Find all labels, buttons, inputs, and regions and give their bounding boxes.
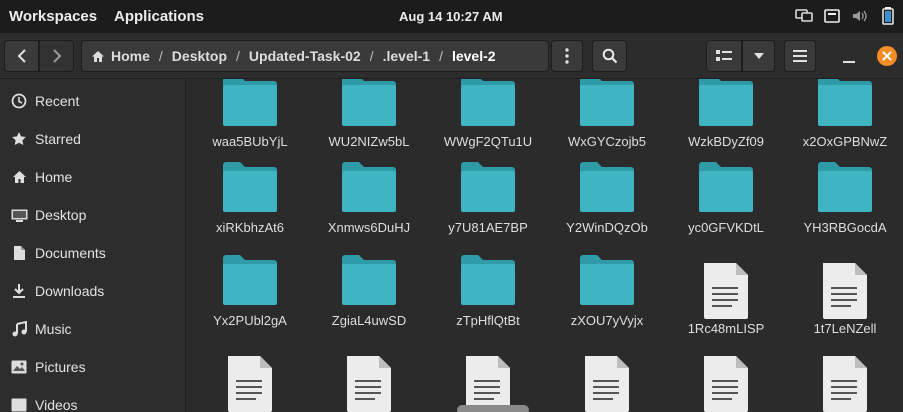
folder-item[interactable]: Xnmws6DuHJ (314, 86, 424, 235)
file-item[interactable]: 1Rc48mLISP (671, 179, 781, 336)
home-icon (10, 168, 28, 186)
text-file-icon (341, 354, 397, 412)
battery-icon[interactable] (879, 7, 897, 25)
more-options-button[interactable] (551, 40, 583, 72)
keyboard-icon[interactable] (823, 8, 841, 24)
sidebar-item-label: Pictures (35, 359, 86, 375)
sidebar-item-desktop[interactable]: Desktop (0, 196, 185, 234)
clock[interactable]: Aug 14 10:27 AM (399, 9, 503, 24)
desktop-icon (10, 206, 28, 224)
display-icon[interactable] (795, 8, 813, 24)
sidebar-item-music[interactable]: Music (0, 310, 185, 348)
file-item[interactable] (552, 272, 662, 412)
folder-item[interactable]: ZgiaL4uwSD (314, 179, 424, 328)
folder-item[interactable]: Y2WinDQzOb (552, 86, 662, 235)
applications-button[interactable]: Applications (114, 8, 204, 25)
scrollbar-handle[interactable] (457, 405, 529, 412)
text-file-icon (222, 354, 278, 412)
video-icon (10, 396, 28, 412)
file-item[interactable]: 1t7LeNZell (790, 179, 900, 336)
sidebar-item-label: Downloads (35, 283, 105, 299)
path-segment-desktop[interactable]: Desktop (163, 48, 236, 64)
clock-icon (10, 92, 28, 110)
folder-item[interactable]: YH3RBGocdA (790, 86, 900, 235)
folder-item[interactable]: yc0GFVKDtL (671, 86, 781, 235)
list-view-icon (716, 50, 732, 61)
download-icon (10, 282, 28, 300)
sidebar-item-label: Videos (35, 397, 78, 412)
minimize-icon (843, 61, 855, 63)
folder-item[interactable]: Yx2PUbl2gA (195, 179, 305, 328)
view-mode-button[interactable] (706, 40, 742, 72)
workspaces-button[interactable]: Workspaces (9, 8, 97, 25)
minimize-button[interactable] (838, 51, 860, 73)
file-item[interactable] (790, 272, 900, 412)
file-item[interactable] (195, 272, 305, 412)
chevron-down-icon (753, 53, 764, 59)
folder-item[interactable]: y7U81AE7BP (433, 86, 543, 235)
document-icon (10, 244, 28, 262)
system-tray (795, 7, 897, 25)
back-button[interactable] (4, 40, 39, 72)
search-button[interactable] (592, 40, 627, 72)
path-bar: Home / Desktop / Updated-Task-02 / .leve… (81, 40, 549, 72)
text-file-icon (460, 354, 516, 412)
picture-icon (10, 358, 28, 376)
sidebar-item-documents[interactable]: Documents (0, 234, 185, 272)
path-segment-level2[interactable]: level-2 (443, 48, 505, 64)
path-segment-level1[interactable]: .level-1 (374, 48, 439, 64)
star-icon (10, 130, 28, 148)
file-item[interactable] (671, 272, 781, 412)
sidebar-item-videos[interactable]: Videos (0, 386, 185, 412)
close-icon (882, 51, 892, 61)
path-label: Home (111, 48, 150, 64)
sidebar-item-starred[interactable]: Starred (0, 120, 185, 158)
search-icon (602, 48, 617, 64)
folder-item[interactable]: xiRKbhzAt6 (195, 86, 305, 235)
music-icon (10, 320, 28, 338)
sidebar-item-label: Music (35, 321, 72, 337)
text-file-icon (817, 354, 873, 412)
header-bar: Home / Desktop / Updated-Task-02 / .leve… (0, 33, 903, 79)
folder-item[interactable]: zXOU7yVyjx (552, 179, 662, 328)
sidebar-item-label: Home (35, 169, 73, 185)
close-button[interactable] (877, 46, 897, 66)
sidebar-item-pictures[interactable]: Pictures (0, 348, 185, 386)
text-file-icon (579, 354, 635, 412)
vertical-dots-icon (565, 48, 569, 64)
sidebar-item-label: Recent (35, 93, 80, 109)
text-file-icon (698, 354, 754, 412)
hamburger-menu-icon (793, 50, 807, 62)
file-item[interactable] (314, 272, 424, 412)
sidebar-item-label: Desktop (35, 207, 87, 223)
forward-button[interactable] (39, 40, 74, 72)
sidebar-item-recent[interactable]: Recent (0, 82, 185, 120)
path-segment-home[interactable]: Home (82, 48, 159, 64)
sidebar-item-downloads[interactable]: Downloads (0, 272, 185, 310)
sidebar-item-home[interactable]: Home (0, 158, 185, 196)
top-panel: Workspaces Applications Aug 14 10:27 AM (0, 0, 903, 33)
file-grid: waa5BUbYjL WU2NIZw5bL WWgF2QTu1U WxGYCzojb5… (187, 79, 903, 412)
sidebar-item-label: Starred (35, 131, 81, 147)
chevron-right-icon (52, 49, 61, 63)
sidebar-item-label: Documents (35, 245, 106, 261)
path-segment-task[interactable]: Updated-Task-02 (240, 48, 370, 64)
view-options-dropdown[interactable] (742, 40, 775, 72)
folder-item[interactable]: zTpHflQtBt (433, 179, 543, 328)
volume-icon[interactable] (851, 8, 869, 24)
file-item[interactable] (433, 272, 543, 412)
chevron-left-icon (17, 49, 26, 63)
main-menu-button[interactable] (784, 40, 816, 72)
sidebar: Recent Starred Home Desktop Documents Do… (0, 79, 186, 412)
home-icon (92, 50, 104, 62)
